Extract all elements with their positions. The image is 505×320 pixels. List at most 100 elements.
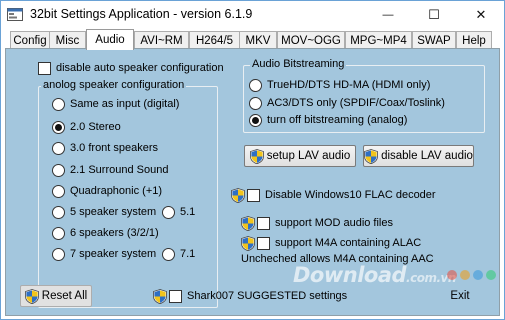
uac-shield-icon (241, 215, 255, 231)
option-label: 2.1 Surround Sound (70, 164, 169, 176)
close-button[interactable]: ✕ (458, 1, 504, 29)
radio-2-0-stereo[interactable]: 2.0 Stereo (52, 119, 121, 135)
reset-all-label: Reset All (41, 290, 88, 302)
bitstreaming-group-title: Audio Bitstreaming (250, 58, 347, 70)
disable-flac-checkbox[interactable]: Disable Windows10 FLAC decoder (231, 187, 436, 203)
radio-button[interactable] (52, 120, 65, 134)
option-label: 5.1 (180, 206, 196, 218)
setup-lav-audio-label: setup LAV audio (266, 150, 351, 162)
app-icon (7, 8, 23, 21)
uac-shield-icon (231, 187, 245, 203)
exit-button[interactable]: Exit (435, 285, 485, 307)
checkbox-box[interactable] (257, 216, 270, 230)
option-label: Quadraphonic (+1) (70, 185, 163, 197)
shark-suggested-label: Shark007 SUGGESTED settings (187, 290, 348, 302)
tab-mpg-mp4[interactable]: MPG~MP4 (345, 31, 412, 49)
radio-7-speaker[interactable]: 7 speaker system (52, 246, 156, 262)
radio-button[interactable] (249, 78, 262, 92)
checkbox-box[interactable] (169, 289, 182, 303)
checkbox-box[interactable] (247, 188, 260, 202)
settings-window: 32bit Settings Application - version 6.1… (0, 0, 505, 320)
radio-button[interactable] (52, 97, 65, 111)
radio-button[interactable] (249, 113, 262, 127)
close-icon: ✕ (475, 7, 487, 22)
radio-truehd-dts[interactable]: TrueHD/DTS HD-MA (HDMI only) (249, 77, 430, 93)
maximize-icon: ☐ (428, 7, 440, 22)
reset-all-button[interactable]: Reset All (20, 285, 92, 307)
tab-h264-5[interactable]: H264/5 (189, 31, 240, 49)
radio-quadraphonic[interactable]: Quadraphonic (+1) (52, 183, 162, 199)
maximize-button[interactable]: ☐ (411, 1, 457, 29)
disable-auto-speaker-checkbox[interactable]: disable auto speaker configuration (38, 60, 224, 76)
option-label: 2.0 Stereo (70, 121, 121, 133)
radio-same-as-input[interactable]: Same as input (digital) (52, 96, 179, 112)
option-label: 6 speakers (3/2/1) (70, 227, 159, 239)
tab-misc[interactable]: Misc (49, 31, 86, 49)
option-label: TrueHD/DTS HD-MA (HDMI only) (267, 79, 431, 91)
uac-shield-icon (241, 235, 255, 251)
setup-lav-audio-button[interactable]: setup LAV audio (244, 145, 356, 167)
support-mod-checkbox[interactable]: support MOD audio files (241, 215, 393, 231)
watermark-dot (473, 270, 483, 280)
disable-auto-speaker-label: disable auto speaker configuration (56, 62, 224, 74)
radio-button[interactable] (162, 247, 175, 261)
option-label: 3.0 front speakers (70, 142, 159, 154)
option-label: Same as input (digital) (70, 98, 180, 110)
radio-7-1[interactable]: 7.1 (162, 246, 195, 262)
tab-audio[interactable]: Audio (86, 29, 134, 50)
tab-mov-ogg[interactable]: MOV~OGG (277, 31, 345, 49)
option-label: AC3/DTS only (SPDIF/Coax/Toslink) (267, 97, 445, 109)
disable-flac-label: Disable Windows10 FLAC decoder (265, 189, 436, 201)
option-label: 7 speaker system (70, 248, 157, 260)
support-m4a-checkbox[interactable]: support M4A containing ALAC (241, 235, 421, 251)
radio-2-1-surround[interactable]: 2.1 Surround Sound (52, 162, 168, 178)
checkbox-box[interactable] (38, 61, 51, 75)
option-label: turn off bitstreaming (analog) (267, 114, 408, 126)
tab-strip: Config Misc Audio AVI~RM H264/5 MKV MOV~… (1, 29, 504, 50)
radio-3-0-front[interactable]: 3.0 front speakers (52, 140, 158, 156)
option-label: 7.1 (180, 248, 196, 260)
radio-button[interactable] (52, 205, 65, 219)
minimize-button[interactable]: — (365, 1, 411, 29)
radio-button[interactable] (52, 247, 65, 261)
option-label: 5 speaker system (70, 206, 157, 218)
watermark-dots (447, 270, 496, 280)
window-title: 32bit Settings Application - version 6.1… (30, 7, 253, 21)
uac-shield-icon (153, 288, 167, 304)
checkbox-box[interactable] (257, 236, 270, 250)
uac-shield-icon (24, 288, 39, 304)
disable-lav-audio-button[interactable]: disable LAV audio (363, 145, 474, 167)
support-m4a-label: support M4A containing ALAC (275, 237, 422, 249)
watermark-dot (486, 270, 496, 280)
radio-button[interactable] (162, 205, 175, 219)
radio-6-speakers[interactable]: 6 speakers (3/2/1) (52, 225, 159, 241)
watermark-logo: Download.com.vn (293, 263, 456, 287)
radio-button[interactable] (249, 96, 262, 110)
tab-config[interactable]: Config (10, 31, 50, 49)
radio-button[interactable] (52, 184, 65, 198)
radio-button[interactable] (52, 163, 65, 177)
radio-5-speaker[interactable]: 5 speaker system (52, 204, 156, 220)
radio-5-1[interactable]: 5.1 (162, 204, 195, 220)
radio-turn-off-bitstreaming[interactable]: turn off bitstreaming (analog) (249, 112, 407, 128)
radio-selected-dot (252, 116, 259, 124)
title-bar[interactable]: 32bit Settings Application - version 6.1… (1, 1, 504, 29)
watermark-dot (460, 270, 470, 280)
watermark-dot (447, 270, 457, 280)
tab-avi-rm[interactable]: AVI~RM (134, 31, 189, 49)
radio-button[interactable] (52, 141, 65, 155)
support-mod-label: support MOD audio files (275, 217, 393, 229)
uac-shield-icon (249, 148, 264, 164)
watermark-text: Download (293, 263, 407, 287)
radio-ac3-dts[interactable]: AC3/DTS only (SPDIF/Coax/Toslink) (249, 95, 445, 111)
tab-help[interactable]: Help (456, 31, 492, 49)
exit-label: Exit (450, 290, 470, 302)
disable-lav-audio-label: disable LAV audio (381, 150, 473, 162)
tab-swap[interactable]: SWAP (412, 31, 456, 49)
analog-group-title: anolog speaker configuration (41, 79, 187, 91)
shark-suggested-checkbox[interactable]: Shark007 SUGGESTED settings (153, 288, 347, 304)
tab-mkv[interactable]: MKV (239, 31, 277, 49)
minimize-icon: — (382, 9, 394, 21)
uac-shield-icon (364, 148, 379, 164)
radio-button[interactable] (52, 226, 65, 240)
